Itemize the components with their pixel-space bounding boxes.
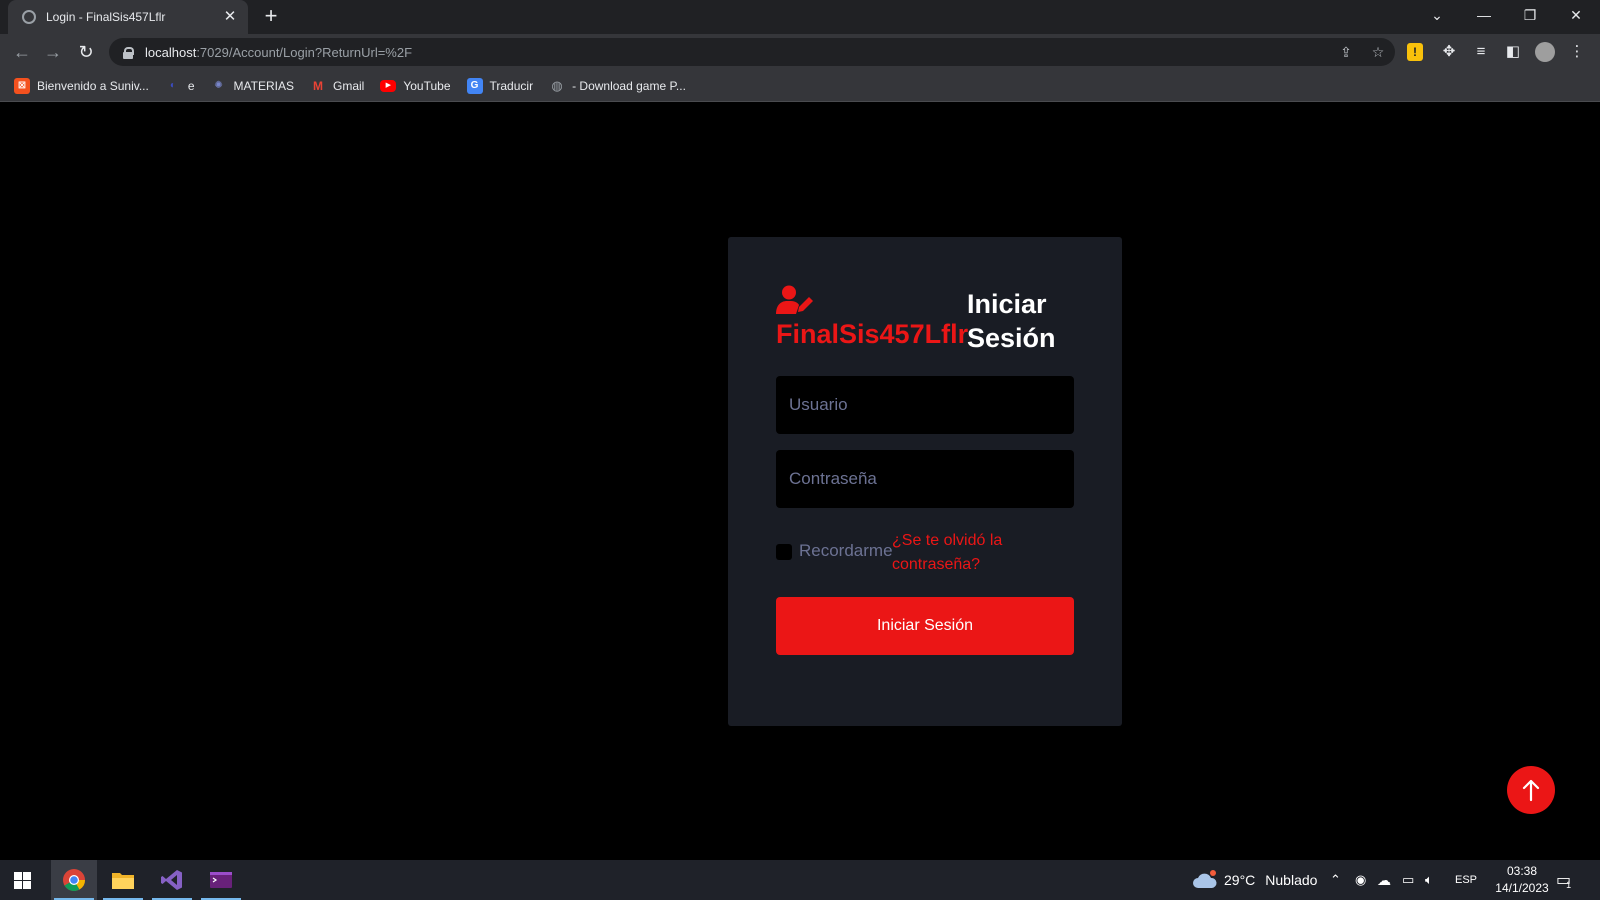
tab-close-button[interactable]: ✕ [222, 9, 238, 25]
media-queue-icon[interactable]: ≡ [1471, 42, 1491, 62]
bookmark-item[interactable]: M Gmail [310, 78, 364, 94]
restore-button[interactable]: ❐ [1507, 0, 1553, 30]
onedrive-icon[interactable]: ☁ [1377, 860, 1391, 900]
remember-row: Recordarme ¿Se te olvidó la contraseña? [776, 532, 1074, 585]
share-icon[interactable]: ⇪ [1338, 44, 1354, 60]
bookmark-item[interactable]: G Traducir [466, 77, 534, 94]
lock-icon [123, 46, 134, 59]
new-tab-button[interactable]: + [259, 5, 283, 29]
remember-label[interactable]: Recordarme [799, 541, 893, 561]
globe-icon [22, 10, 36, 24]
university-icon: ⊠ [14, 77, 30, 94]
minimize-button[interactable]: — [1461, 0, 1507, 30]
arrow-up-icon [1522, 779, 1540, 802]
show-hidden-icons-icon[interactable]: ⌃ [1330, 860, 1341, 900]
bookmarks-bar: ⊠ Bienvenido a Suniv... ◐ e ✺ MATERIAS M Gma… [0, 70, 1600, 102]
taskbar-terminal[interactable] [198, 860, 244, 900]
blue-swirl-icon: ◐ [169, 79, 176, 91]
user-edit-icon [776, 285, 814, 315]
translate-icon: G [466, 77, 483, 94]
bookmark-item[interactable]: ▶ YouTube [380, 78, 451, 93]
forgot-password-link[interactable]: ¿Se te olvidó la contraseña? [892, 529, 1042, 577]
menu-kebab-icon[interactable]: ⋮ [1567, 42, 1587, 62]
tab-search-icon[interactable]: ⌄ [1414, 0, 1460, 30]
bookmark-label: Traducir [489, 78, 534, 93]
gmail-icon: M [313, 78, 323, 93]
bookmark-label: Bienvenido a Suniv... [37, 78, 149, 93]
volume-icon[interactable]: 🔈︎ [1425, 860, 1433, 900]
forward-arrow-icon[interactable]: → [41, 40, 65, 64]
bookmark-label: - Download game P... [572, 78, 686, 93]
browser-tab[interactable]: Login - FinalSis457Lflr ✕ [8, 0, 248, 34]
language-indicator[interactable]: ESP [1455, 860, 1477, 900]
folder-icon [112, 873, 134, 889]
youtube-icon: ▶ [380, 79, 397, 92]
close-window-button[interactable]: ✕ [1553, 0, 1599, 30]
weather-widget[interactable]: 29°C Nublado [1192, 860, 1317, 900]
chrome-icon [63, 869, 85, 891]
taskbar-chrome[interactable] [51, 860, 97, 900]
back-arrow-icon[interactable]: ← [10, 40, 34, 64]
tab-title: Login - FinalSis457Lflr [46, 10, 166, 24]
remember-checkbox[interactable] [776, 544, 792, 560]
brand[interactable]: FinalSis457Lflr [776, 285, 969, 351]
time: 03:38 [1506, 864, 1538, 878]
url-path: :7029/Account/Login?ReturnUrl=%2F [196, 44, 413, 60]
bookmark-item[interactable]: ✺ MATERIAS [211, 78, 294, 94]
login-card: FinalSis457Lflr Iniciar Sesión Recordarm… [728, 237, 1122, 726]
temperature: 29°C [1224, 872, 1256, 888]
visual-studio-icon [161, 870, 182, 890]
star-icon[interactable]: ☆ [1370, 44, 1386, 60]
username-input[interactable] [776, 376, 1074, 434]
taskbar-visual-studio[interactable] [149, 860, 195, 900]
heading-line: Iniciar [967, 289, 1047, 319]
network-icon[interactable]: ▭ [1402, 860, 1414, 900]
login-submit-button[interactable]: Iniciar Sesión [776, 597, 1074, 655]
taskbar-file-explorer[interactable] [100, 860, 146, 900]
notification-count: 1 [1566, 880, 1572, 890]
extension-icon[interactable]: ! [1407, 43, 1423, 61]
bookmark-item[interactable]: ◐ e [165, 78, 195, 94]
bookmark-label: e [187, 78, 195, 93]
globe-icon: ◍ [551, 77, 563, 93]
taskbar: 29°C Nublado ⌃ ◉ ☁ ▭ 🔈︎ ESP 03:38 14/1/2… [0, 860, 1600, 900]
heading-line: Sesión [967, 323, 1056, 353]
login-heading: Iniciar Sesión [967, 287, 1077, 355]
back-to-top-button[interactable] [1507, 766, 1555, 814]
clock[interactable]: 03:38 14/1/2023 [1482, 863, 1562, 897]
reload-icon[interactable]: ↻ [74, 40, 98, 64]
bookmark-label: MATERIAS [233, 78, 294, 93]
bookmark-label: Gmail [333, 78, 365, 93]
address-bar[interactable]: localhost :7029/Account/Login?ReturnUrl=… [109, 38, 1395, 66]
terminal-icon [210, 872, 232, 888]
meet-now-icon[interactable]: ◉ [1355, 860, 1366, 900]
profile-avatar-icon[interactable] [1535, 42, 1555, 62]
bookmark-label: YouTube [403, 78, 451, 93]
windows-start-icon[interactable] [14, 872, 31, 889]
side-panel-icon[interactable]: ◧ [1503, 42, 1523, 62]
browser-tab-strip: Login - FinalSis457Lflr ✕ + ⌄ — ❐ ✕ [0, 0, 1600, 34]
cloud-icon [1193, 870, 1217, 888]
weather-condition: Nublado [1265, 872, 1318, 888]
browser-toolbar: ← → ↻ localhost :7029/Account/Login?Retu… [0, 34, 1600, 70]
date: 14/1/2023 [1495, 881, 1549, 895]
bookmark-item[interactable]: ◍ - Download game P... [549, 78, 686, 94]
password-input[interactable] [776, 450, 1074, 508]
url-host: localhost [145, 44, 197, 60]
puzzle-icon[interactable]: ✥ [1439, 42, 1459, 62]
materias-icon: ✺ [214, 79, 223, 91]
page-content: FinalSis457Lflr Iniciar Sesión Recordarm… [0, 102, 1600, 860]
notifications-button[interactable]: ▭ 1 [1556, 860, 1571, 900]
bookmark-item[interactable]: ⊠ Bienvenido a Suniv... [14, 77, 149, 94]
brand-name: FinalSis457Lflr [776, 319, 969, 349]
